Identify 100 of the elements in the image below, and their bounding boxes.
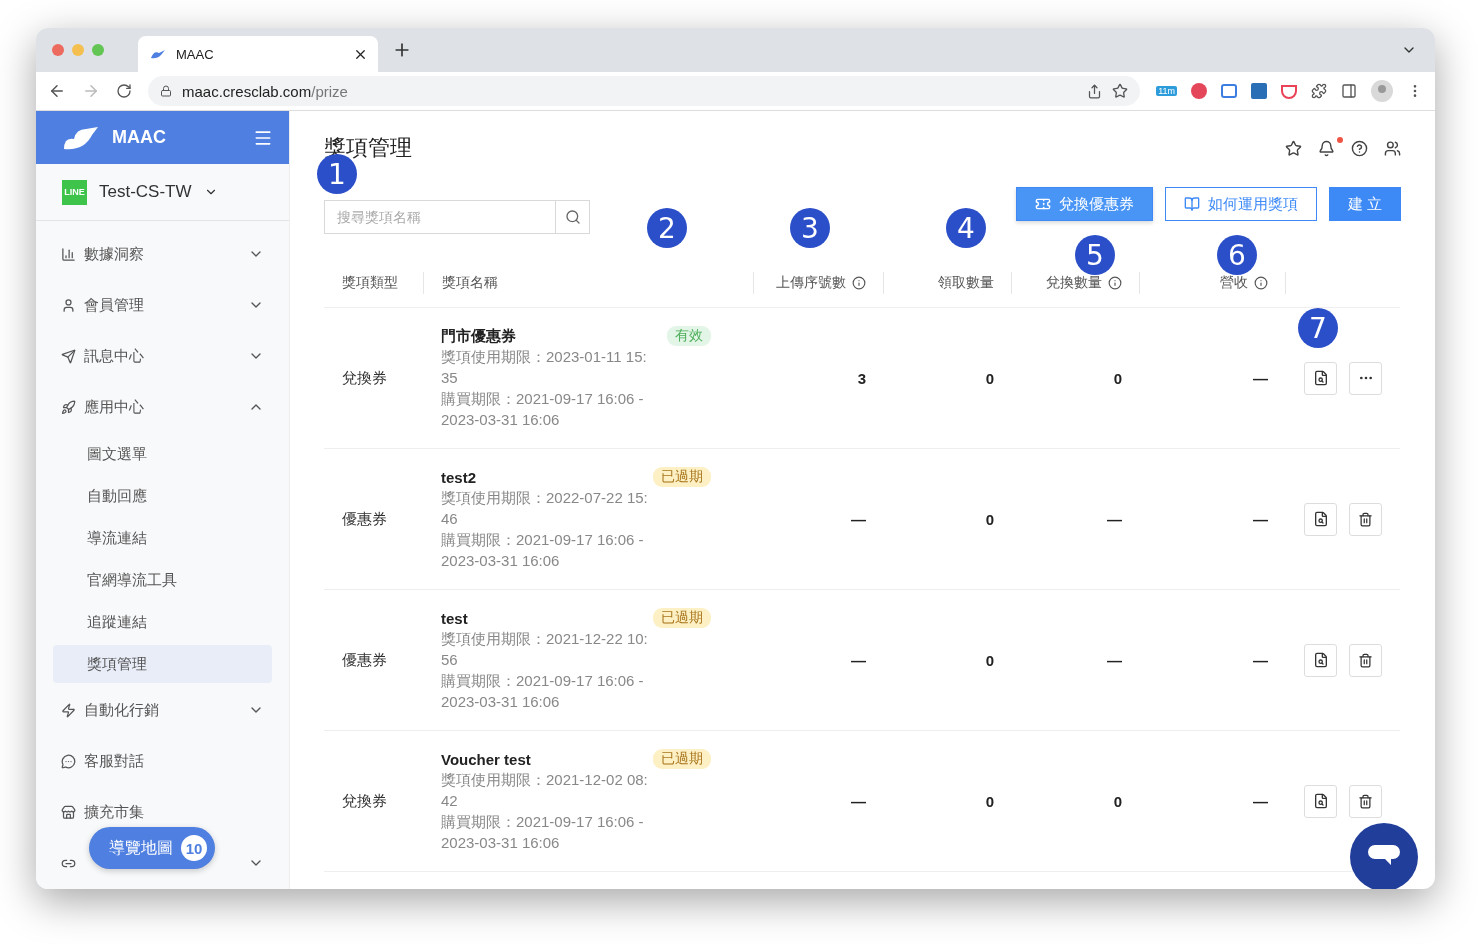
column-header: 營收: [1220, 273, 1248, 292]
prize-type: 優惠券: [342, 650, 387, 670]
extension-icon[interactable]: [1221, 84, 1237, 98]
table-cell: —: [1107, 510, 1122, 528]
nav-label: 數據洞察: [84, 244, 145, 264]
action-button[interactable]: 如何運用獎項: [1164, 187, 1317, 221]
avatar-icon[interactable]: [1371, 80, 1393, 102]
store-icon: [61, 804, 76, 820]
zoom-dot[interactable]: [92, 44, 104, 56]
prize-name: Voucher test: [441, 750, 532, 768]
purchase-period: 購買期限：2021-09-17 16:06 - 2023-03-31 16:06: [441, 671, 645, 712]
send-icon: [61, 348, 76, 364]
extensions-icon[interactable]: [1311, 83, 1327, 99]
lightning-icon: [61, 702, 76, 718]
usage-period: 獎項使用期限：2021-12-02 08:42: [441, 770, 649, 811]
file-search-icon: [1312, 793, 1329, 809]
nav-item[interactable]: 客服對話: [53, 746, 272, 776]
annotation-marker: 2: [647, 208, 687, 248]
status-tag: 已過期: [653, 749, 711, 769]
nav-item[interactable]: 會員管理: [53, 290, 272, 320]
table-cell: —: [1107, 651, 1122, 669]
prize-name: test: [441, 609, 469, 627]
nav-subitem[interactable]: 官網導流工具: [53, 561, 272, 599]
nav-subitem[interactable]: 自動回應: [53, 477, 272, 515]
nav-subitem[interactable]: 圖文選單: [53, 435, 272, 473]
nav-item[interactable]: 訊息中心: [53, 341, 272, 371]
table-cell: 3: [857, 369, 866, 387]
usage-period: 獎項使用期限：2023-01-11 15:35: [441, 347, 648, 388]
pocket-icon[interactable]: [1281, 83, 1297, 99]
usage-period: 獎項使用期限：2022-07-22 15:46: [441, 488, 649, 529]
prize-type: 兌換券: [342, 791, 387, 811]
table-cell: —: [1253, 510, 1268, 528]
nav-item[interactable]: 應用中心: [53, 392, 272, 422]
trash-icon: [1358, 511, 1373, 527]
delete-button[interactable]: [1349, 784, 1382, 818]
search-button[interactable]: [556, 200, 590, 234]
tour-count: 10: [181, 835, 207, 861]
view-button[interactable]: [1304, 361, 1337, 395]
book-icon: [1183, 196, 1200, 212]
nav-label: 自動化行銷: [84, 700, 160, 720]
lock-icon: [160, 85, 172, 97]
file-search-icon: [1312, 652, 1329, 668]
minimize-dot[interactable]: [72, 44, 84, 56]
annotation-marker: 6: [1217, 235, 1257, 275]
account-switcher[interactable]: LINE Test-CS-TW: [36, 164, 289, 221]
nav-label: 擴充市集: [84, 802, 145, 822]
status-tag: 已過期: [653, 608, 711, 628]
bell-icon[interactable]: [1318, 139, 1335, 157]
annotation-marker: 3: [790, 208, 830, 248]
column-header: 獎項類型: [342, 273, 398, 292]
table-cell: 0: [985, 792, 994, 810]
side-panel-icon[interactable]: [1341, 83, 1357, 99]
address-bar[interactable]: maac.cresclab.com/prize: [148, 76, 1141, 106]
star-icon[interactable]: [1285, 139, 1302, 157]
close-dot[interactable]: [52, 44, 64, 56]
search-icon: [564, 209, 581, 225]
view-button[interactable]: [1304, 502, 1337, 536]
back-icon[interactable]: [48, 82, 66, 100]
table-cell: —: [1253, 651, 1268, 669]
annotation-marker: 7: [1298, 308, 1338, 348]
table-cell: —: [851, 651, 866, 669]
delete-button[interactable]: [1349, 502, 1382, 536]
table-cell: 0: [985, 369, 994, 387]
brand-name: MAAC: [112, 127, 167, 149]
bird-icon: [150, 48, 166, 60]
account-icon[interactable]: [1384, 139, 1401, 157]
nav-label: 訊息中心: [84, 346, 145, 366]
nav-item[interactable]: 擴充市集: [53, 797, 272, 827]
table-cell: —: [851, 792, 866, 810]
chat-icon: [61, 753, 76, 769]
nav-subitem[interactable]: 獎項管理: [53, 645, 272, 683]
logo-icon: [62, 124, 100, 151]
bookmark-icon[interactable]: [1112, 83, 1129, 99]
reload-icon[interactable]: [116, 83, 132, 99]
annotation-marker: 5: [1075, 235, 1115, 275]
info-icon: [1108, 275, 1122, 290]
browser-tab[interactable]: MAAC: [138, 36, 378, 72]
column-header: 上傳序號數: [776, 273, 846, 292]
nav-item[interactable]: 數據洞察: [53, 239, 272, 269]
table-cell: —: [851, 510, 866, 528]
extension-icon[interactable]: [1191, 83, 1207, 99]
table-cell: 0: [985, 651, 994, 669]
user-icon: [61, 297, 76, 313]
help-icon[interactable]: [1351, 139, 1368, 157]
nav-subitem[interactable]: 導流連結: [53, 519, 272, 557]
line-badge: LINE: [62, 179, 87, 205]
delete-button[interactable]: [1349, 643, 1382, 677]
purchase-period: 購買期限：2021-09-17 16:06 - 2023-03-31 16:06: [441, 530, 645, 571]
table-cell: 0: [1113, 369, 1122, 387]
nav-item[interactable]: 自動化行銷: [53, 695, 272, 725]
ticket-icon: [1034, 196, 1051, 212]
view-button[interactable]: [1304, 784, 1337, 818]
nav-subitem[interactable]: 追蹤連結: [53, 603, 272, 641]
search-field[interactable]: 搜尋獎項名稱: [324, 200, 556, 234]
column-header: 兌換數量: [1046, 273, 1102, 292]
share-icon[interactable]: [1087, 83, 1103, 99]
table-cell: 0: [1113, 792, 1122, 810]
tour-button[interactable]: 導覽地圖 10: [89, 827, 215, 869]
view-button[interactable]: [1304, 643, 1337, 677]
table-cell: 0: [985, 510, 994, 528]
